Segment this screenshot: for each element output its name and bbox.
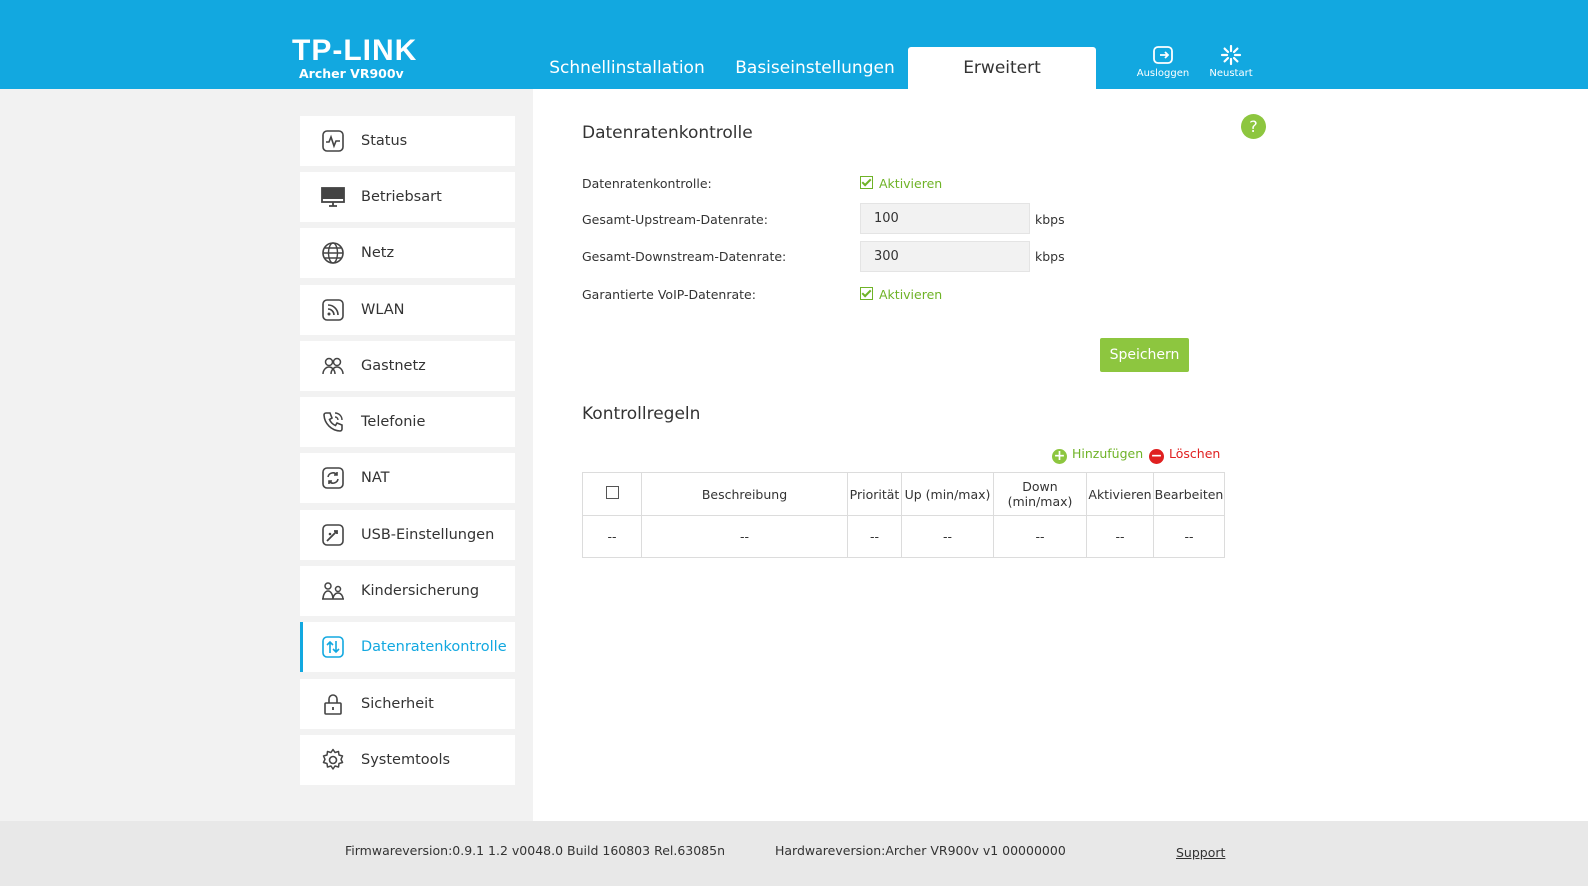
top-header: TP-LINK Archer VR900v Schnellinstallatio… <box>0 0 1588 89</box>
table-cell: -- <box>582 515 642 558</box>
bandwidth-icon <box>322 636 344 658</box>
voip-checkbox[interactable]: Aktivieren <box>860 287 942 302</box>
sidebar-item-label: Kindersicherung <box>361 583 480 599</box>
sidebar-item-datenratenkontrolle[interactable]: Datenratenkontrolle <box>300 622 515 672</box>
table-cell: -- <box>993 515 1087 558</box>
column-header: Priorität <box>847 472 902 516</box>
guest-icon <box>322 357 344 375</box>
sidebar-item-label: Sicherheit <box>361 696 434 712</box>
save-button[interactable]: Speichern <box>1100 338 1189 372</box>
sidebar-item-label: Datenratenkontrolle <box>361 639 507 655</box>
delete-button[interactable]: − Löschen <box>1149 446 1220 464</box>
voip-label: Garantierte VoIP-Datenrate: <box>582 287 756 302</box>
checkbox-checked-icon <box>860 176 873 189</box>
firmware-version: Firmwareversion:0.9.1 1.2 v0048.0 Build … <box>345 843 726 858</box>
minus-icon: − <box>1149 448 1164 464</box>
page-title: Datenratenkontrolle <box>582 123 753 143</box>
plus-icon: + <box>1052 448 1067 464</box>
sidebar-item-status[interactable]: Status <box>300 116 515 166</box>
column-header: Up (min/max) <box>901 472 994 516</box>
column-header: Bearbeiten <box>1153 472 1225 516</box>
sidebar-item-gastnetz[interactable]: Gastnetz <box>300 341 515 391</box>
tab-basiseinstellungen[interactable]: Basiseinstellungen <box>722 47 908 89</box>
table-cell: -- <box>641 515 848 558</box>
table-cell: -- <box>1086 515 1154 558</box>
column-header: Beschreibung <box>641 472 848 516</box>
sidebar-item-nat[interactable]: NAT <box>300 453 515 503</box>
upstream-label: Gesamt-Upstream-Datenrate: <box>582 212 768 227</box>
hardware-version: Hardwareversion:Archer VR900v v1 0000000… <box>775 843 1066 858</box>
help-button[interactable]: ? <box>1241 114 1266 139</box>
column-header: Aktivieren <box>1086 472 1154 516</box>
sidebar-item-label: Gastnetz <box>361 358 426 374</box>
tab-schnellinstallation[interactable]: Schnellinstallation <box>537 47 717 89</box>
nat-icon <box>322 467 344 489</box>
enable-checkbox-label: Aktivieren <box>879 176 943 191</box>
enable-label: Datenratenkontrolle: <box>582 176 712 191</box>
brand-logo: TP-LINK <box>292 34 418 67</box>
sidebar-item-label: Systemtools <box>361 752 451 768</box>
sidebar-item-label: Netz <box>361 245 395 261</box>
rules-table: Beschreibung Priorität Up (min/max) Down… <box>582 472 1225 558</box>
gear-icon <box>322 748 344 770</box>
select-all-cell[interactable] <box>582 472 642 516</box>
phone-icon <box>323 412 343 432</box>
table-cell: -- <box>847 515 902 558</box>
sidebar-item-label: USB-Einstellungen <box>361 527 495 543</box>
sidebar-item-kindersicherung[interactable]: Kindersicherung <box>300 566 515 616</box>
sidebar-item-systemtools[interactable]: Systemtools <box>300 735 515 785</box>
sidebar-item-label: WLAN <box>361 302 405 318</box>
table-cell: -- <box>901 515 994 558</box>
reboot-button[interactable]: Neustart <box>1199 44 1263 79</box>
sidebar-item-sicherheit[interactable]: Sicherheit <box>300 679 515 729</box>
voip-checkbox-label: Aktivieren <box>879 287 943 302</box>
sidebar-item-betriebsart[interactable]: Betriebsart <box>300 172 515 222</box>
column-header: Down (min/max) <box>993 472 1087 516</box>
logout-label: Ausloggen <box>1136 68 1190 79</box>
checkbox-checked-icon <box>860 287 873 300</box>
monitor-icon <box>321 187 345 207</box>
add-label: Hinzufügen <box>1072 446 1144 461</box>
sidebar-item-label: Betriebsart <box>361 189 442 205</box>
parental-icon <box>322 582 344 600</box>
table-row: -- -- -- -- -- -- -- <box>582 515 1225 558</box>
wlan-icon <box>322 299 344 321</box>
sidebar-item-usb[interactable]: USB-Einstellungen <box>300 510 515 560</box>
rules-title: Kontrollregeln <box>582 404 701 424</box>
select-all-checkbox[interactable] <box>605 486 619 499</box>
reboot-label: Neustart <box>1209 68 1253 79</box>
logout-icon <box>1153 46 1173 64</box>
footer: Firmwareversion:0.9.1 1.2 v0048.0 Build … <box>0 821 1588 886</box>
usb-icon <box>322 524 344 546</box>
downstream-input[interactable] <box>860 241 1030 272</box>
sidebar-item-label: Status <box>361 133 408 149</box>
table-cell: -- <box>1153 515 1225 558</box>
upstream-unit: kbps <box>1035 212 1065 227</box>
sidebar-item-wlan[interactable]: WLAN <box>300 285 515 335</box>
sidebar-item-telefonie[interactable]: Telefonie <box>300 397 515 447</box>
delete-label: Löschen <box>1169 446 1221 461</box>
status-icon <box>322 130 344 152</box>
reboot-icon <box>1220 44 1242 66</box>
model-name: Archer VR900v <box>299 66 404 81</box>
support-link[interactable]: Support <box>1176 845 1225 860</box>
table-header-row: Beschreibung Priorität Up (min/max) Down… <box>582 472 1225 516</box>
downstream-unit: kbps <box>1035 249 1065 264</box>
enable-checkbox[interactable]: Aktivieren <box>860 176 942 191</box>
downstream-label: Gesamt-Downstream-Datenrate: <box>582 249 787 264</box>
sidebar-item-label: Telefonie <box>361 414 426 430</box>
sidebar-item-label: NAT <box>361 470 390 486</box>
sidebar-item-netz[interactable]: Netz <box>300 228 515 278</box>
logout-button[interactable]: Ausloggen <box>1131 44 1195 79</box>
globe-icon <box>322 242 344 264</box>
lock-icon <box>324 694 342 715</box>
add-button[interactable]: + Hinzufügen <box>1052 446 1143 464</box>
upstream-input[interactable] <box>860 203 1030 234</box>
tab-erweitert[interactable]: Erweitert <box>908 47 1096 89</box>
